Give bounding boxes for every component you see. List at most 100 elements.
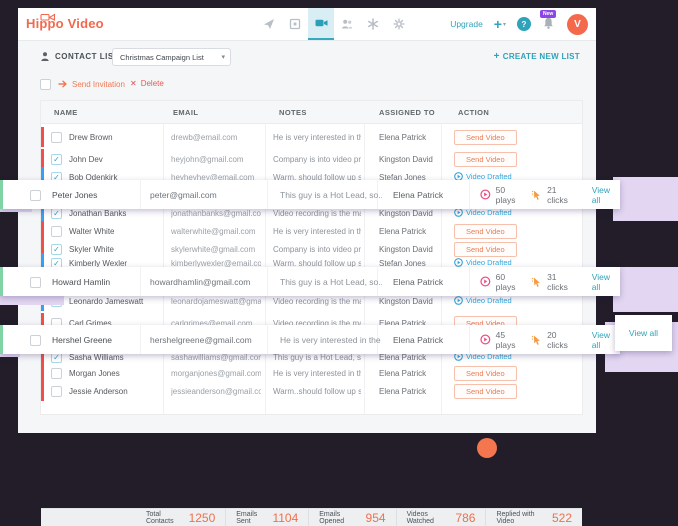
- integrations-icon[interactable]: [360, 8, 386, 40]
- send-invitation-button[interactable]: Send Invitation: [58, 79, 125, 89]
- video-drafted-status[interactable]: Video Drafted: [454, 296, 512, 305]
- contact-overlay-row[interactable]: ✓ Howard Hamlin howardhamlin@gmail.com T…: [0, 267, 620, 296]
- video-drafted-status[interactable]: Video Drafted: [454, 258, 512, 267]
- table-row[interactable]: ✓ Drew Brown drewb@email.com He is very …: [41, 127, 582, 147]
- table-row[interactable]: ✓ Jessie Anderson jessieanderson@gmail.c…: [41, 381, 582, 401]
- upgrade-link[interactable]: Upgrade: [450, 19, 483, 29]
- row-checkbox[interactable]: ✓: [51, 132, 62, 143]
- contact-notes: Video recording is the mai...: [273, 209, 361, 218]
- contact-email: walterwhite@gmail.com: [171, 227, 261, 236]
- send-video-button[interactable]: Send Video: [454, 366, 517, 381]
- contact-email: sashawilliams@gmail.com: [171, 353, 261, 362]
- row-checkbox[interactable]: ✓: [51, 226, 62, 237]
- contact-list-bar: CONTACT LIST Christmas Campaign List ▾ +…: [18, 40, 596, 74]
- checkmark-icon: ✓: [52, 155, 61, 164]
- delete-button[interactable]: ✕ Delete: [130, 79, 164, 88]
- contact-assigned: Kingston David: [379, 155, 439, 164]
- contact-notes: He is very interested in the pro...: [273, 227, 361, 236]
- send-video-button[interactable]: Send Video: [454, 224, 517, 239]
- view-all-link[interactable]: View all: [592, 272, 620, 292]
- row-action: Send Video: [454, 130, 574, 145]
- contact-list-label: CONTACT LIST: [40, 51, 119, 62]
- row-checkbox[interactable]: ✓: [51, 368, 62, 379]
- contact-assigned: Elena Patrick: [379, 133, 439, 142]
- close-icon: ✕: [130, 79, 137, 88]
- contact-assigned: Elena Patrick: [379, 353, 439, 362]
- dropdown-selected-value: Christmas Campaign List: [120, 53, 204, 62]
- contacts-table: NAME EMAIL NOTES ASSIGNED TO ACTION ✓ Dr…: [40, 100, 583, 415]
- contact-notes: Company is into video produ...: [273, 155, 361, 164]
- row-checkbox[interactable]: ✓: [51, 154, 62, 165]
- status-stripe: [0, 325, 3, 354]
- contact-name: Morgan Jones: [69, 369, 159, 378]
- video-camera-icon[interactable]: [308, 8, 334, 40]
- contact-assigned: Elena Patrick: [379, 227, 439, 236]
- table-row[interactable]: ✓ Morgan Jones morganjones@gmail.com He …: [41, 363, 582, 383]
- column-divider: [469, 267, 470, 296]
- status-stripe: [41, 221, 44, 241]
- avatar[interactable]: V: [567, 14, 588, 35]
- contact-name: Jonathan Banks: [69, 209, 159, 218]
- column-header-notes: NOTES: [279, 108, 307, 117]
- column-header-email: EMAIL: [173, 108, 198, 117]
- column-header-assigned: ASSIGNED TO: [379, 108, 435, 117]
- stat-label: Videos Watched: [407, 511, 452, 525]
- campaign-list-dropdown[interactable]: Christmas Campaign List ▾: [112, 48, 231, 66]
- plays-icon: [480, 189, 491, 200]
- contact-assigned: Elena Patrick: [393, 335, 463, 345]
- hippo-video-logo[interactable]: Hippo Video: [26, 16, 104, 31]
- stop-square-icon[interactable]: [282, 8, 308, 40]
- contact-name: Howard Hamlin: [52, 277, 144, 287]
- table-row[interactable]: ✓ John Dev heyjohn@gmail.com Company is …: [41, 149, 582, 169]
- contact-name: Jessie Anderson: [69, 387, 159, 396]
- contact-email: heyjohn@gmail.com: [171, 155, 261, 164]
- navbar-right: Upgrade + ▾ ? New V: [450, 8, 588, 40]
- contact-assigned: Kingston David: [379, 297, 439, 306]
- row-checkbox[interactable]: ✓: [30, 190, 41, 201]
- stat-value: 522: [552, 511, 572, 525]
- column-divider: [267, 267, 268, 296]
- settings-gear-icon[interactable]: [386, 8, 412, 40]
- checkmark-icon: ✓: [52, 209, 61, 218]
- plays-icon: [480, 276, 491, 287]
- stat-value: 1250: [189, 511, 216, 525]
- row-checkbox[interactable]: ✓: [30, 277, 41, 288]
- video-stats: 45 plays 20 clicks View all: [480, 325, 620, 354]
- select-all-checkbox[interactable]: ✓: [40, 79, 51, 90]
- contact-overlay-row[interactable]: ✓ Hershel Greene hershelgreene@gmail.com…: [0, 325, 620, 354]
- contact-email: jessieanderson@gmail.com: [171, 387, 261, 396]
- video-drafted-status[interactable]: Video Drafted: [454, 208, 512, 217]
- notifications-button[interactable]: New: [542, 16, 556, 32]
- video-drafted-label: Video Drafted: [466, 296, 512, 305]
- help-button[interactable]: ?: [517, 17, 531, 31]
- status-stripe: [41, 127, 44, 147]
- send-video-button[interactable]: Send Video: [454, 384, 517, 399]
- play-circle-icon: [454, 208, 463, 217]
- contact-notes: He is very interested in the prod...: [273, 369, 361, 378]
- view-all-link[interactable]: View all: [592, 185, 620, 205]
- contact-email: peter@gmail.com: [150, 190, 265, 200]
- send-video-button[interactable]: Send Video: [454, 152, 517, 167]
- footer-stat: Videos Watched 786: [396, 509, 486, 526]
- quick-add-button[interactable]: + ▾: [494, 17, 506, 31]
- row-checkbox[interactable]: ✓: [51, 208, 62, 219]
- logo-text: Hippo Video: [26, 16, 104, 31]
- chat-fab-button[interactable]: [477, 438, 497, 458]
- send-video-button[interactable]: Send Video: [454, 130, 517, 145]
- column-divider: [267, 180, 268, 209]
- row-checkbox[interactable]: ✓: [30, 335, 41, 346]
- contact-assigned: Kingston David: [379, 209, 439, 218]
- contact-overlay-row[interactable]: ✓ Peter Jones peter@gmail.com This guy i…: [0, 180, 620, 209]
- contacts-icon[interactable]: [334, 8, 360, 40]
- checkmark-icon: ✓: [52, 353, 61, 362]
- send-plane-icon[interactable]: [256, 8, 282, 40]
- stat-value: 1104: [272, 511, 298, 525]
- row-checkbox[interactable]: ✓: [51, 386, 62, 397]
- new-badge: New: [540, 10, 556, 18]
- table-row[interactable]: ✓ Walter White walterwhite@gmail.com He …: [41, 221, 582, 241]
- contact-notes: He is very interested in the prod...: [280, 335, 382, 345]
- chevron-down-icon: ▾: [503, 21, 506, 28]
- column-header-name: NAME: [54, 108, 78, 117]
- create-new-list-button[interactable]: + CREATE NEW LIST: [494, 51, 580, 62]
- floating-view-all-button[interactable]: View all: [615, 315, 672, 351]
